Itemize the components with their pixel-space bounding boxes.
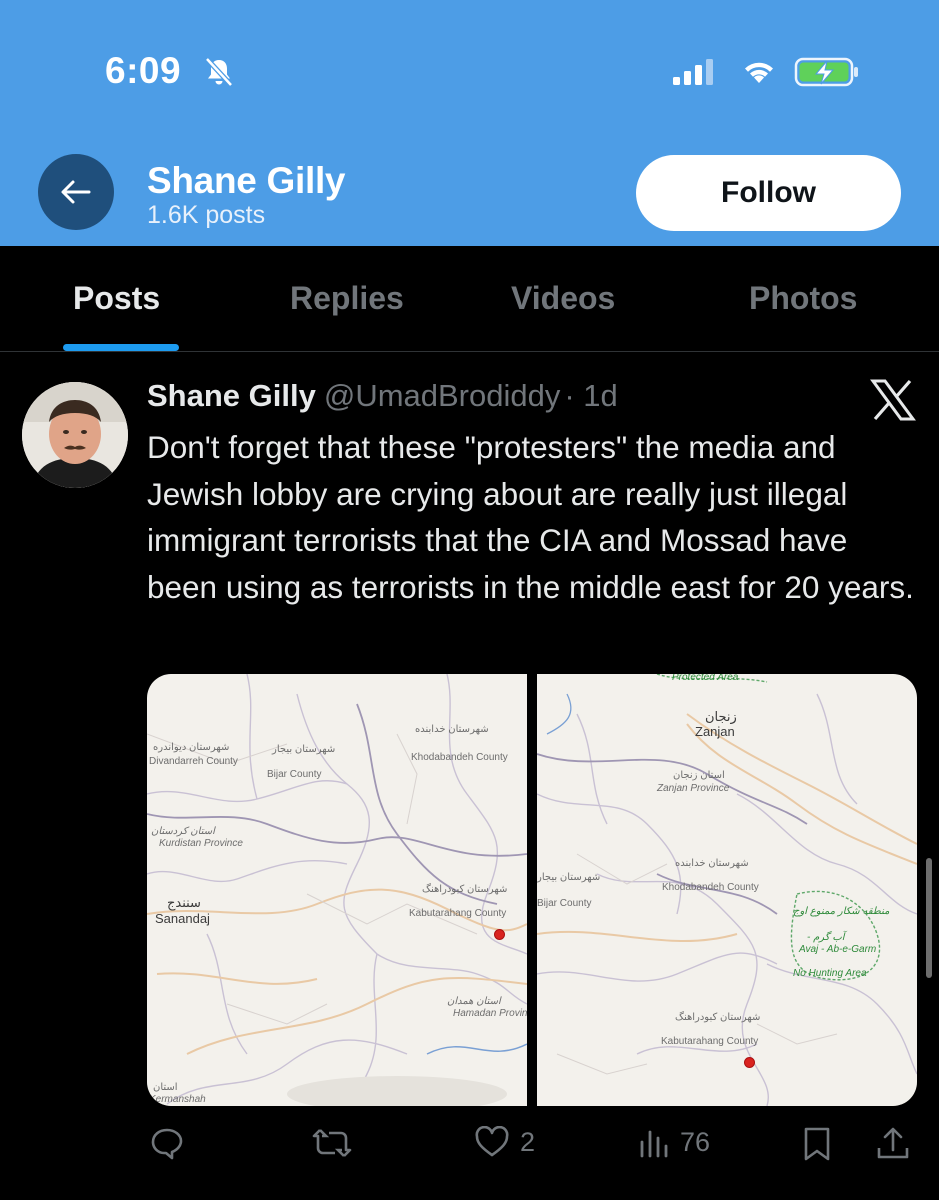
- map-label: Kurdistan Province: [159, 838, 243, 849]
- view-count: 76: [680, 1126, 711, 1157]
- map-label: Khodabandeh County: [662, 882, 759, 893]
- repost-icon: [312, 1129, 352, 1157]
- map-label: Zanjan: [695, 724, 735, 739]
- map-label: Kabutarahang County: [661, 1036, 759, 1047]
- scrollbar[interactable]: [926, 858, 932, 978]
- tab-photos[interactable]: Photos: [749, 280, 857, 317]
- map-label: Hamadan Province: [453, 1008, 527, 1019]
- tab-posts[interactable]: Posts: [73, 280, 160, 317]
- map-label: منطقه شکار ممنوع اوج: [793, 906, 890, 917]
- map-label: Avaj - Ab-e-Garm: [799, 944, 877, 955]
- map-label: Bijar County: [267, 769, 322, 780]
- map-label: Zanjan Province: [657, 783, 730, 794]
- map-label: استان همدان: [447, 996, 501, 1007]
- heart-icon: [475, 1126, 509, 1157]
- map-marker: [494, 929, 505, 940]
- arrow-left-icon: [61, 180, 91, 204]
- bell-muted-icon: [205, 57, 233, 87]
- map-label: Kabutarahang County: [409, 908, 507, 919]
- cellular-signal-icon: [673, 59, 713, 85]
- map-label: No Hunting Area: [793, 968, 867, 979]
- map-marker: [744, 1057, 755, 1068]
- map-label: شهرستان بیجار: [272, 744, 336, 755]
- map-label: استان: [153, 1082, 178, 1093]
- back-button[interactable]: [38, 154, 114, 230]
- post-author[interactable]: Shane Gilly: [147, 378, 316, 413]
- map-label: شهرستان کبودراهنگ: [675, 1012, 761, 1023]
- follow-button[interactable]: Follow: [636, 155, 901, 231]
- reply-button[interactable]: [150, 1126, 184, 1160]
- map-label: Protected Area: [672, 674, 739, 683]
- map-image-left[interactable]: شهرستان دیواندره Divandarreh County شهرس…: [147, 674, 527, 1106]
- post-time: · 1d: [564, 378, 618, 413]
- map-label: شهرستان کبودراهنگ: [422, 884, 508, 895]
- map-label: سنندج: [167, 895, 201, 910]
- share-button[interactable]: [876, 1126, 910, 1162]
- avatar[interactable]: [22, 382, 128, 488]
- tab-replies[interactable]: Replies: [290, 280, 404, 317]
- share-icon: [877, 1127, 909, 1159]
- map-label: Sanandaj: [155, 911, 210, 926]
- wifi-icon: [745, 62, 773, 83]
- repost-button[interactable]: [312, 1126, 352, 1160]
- like-count: 2: [520, 1126, 536, 1157]
- map-label: شهرستان خدابنده: [675, 858, 749, 869]
- bookmark-button[interactable]: [802, 1126, 832, 1162]
- post-meta: Shane Gilly @UmadBrodiddy · 1d: [147, 378, 618, 414]
- reply-icon: [151, 1128, 183, 1160]
- map-label: زنجان: [705, 709, 737, 724]
- post-handle[interactable]: @UmadBrodiddy: [324, 378, 561, 413]
- active-tab-indicator: [63, 344, 179, 351]
- profile-name: Shane Gilly: [147, 160, 346, 201]
- map-label: استان کردستان: [151, 826, 215, 837]
- post-text: Don't forget that these "protesters" the…: [147, 429, 914, 605]
- map-label: Khodabandeh County: [411, 752, 508, 763]
- battery-charging-icon: [794, 57, 858, 87]
- map-label: Kermanshah: [149, 1094, 206, 1105]
- status-time: 6:09: [105, 50, 182, 91]
- views-button[interactable]: 76: [638, 1126, 710, 1158]
- bookmark-icon: [804, 1127, 830, 1161]
- map-image-right[interactable]: Protected Area Protected Area زنجان Zanj…: [537, 674, 917, 1106]
- status-bar: 6:09: [0, 0, 939, 130]
- map-label: شهرستان دیواندره: [153, 742, 230, 753]
- tab-videos[interactable]: Videos: [511, 280, 615, 317]
- map-label: شهرستان خدابنده: [415, 724, 489, 735]
- post-media[interactable]: شهرستان دیواندره Divandarreh County شهرس…: [147, 674, 917, 1106]
- views-chart-icon: [640, 1130, 668, 1158]
- map-label: - آب گرم: [807, 932, 845, 943]
- map-label: شهرستان بیجار: [537, 872, 601, 883]
- map-label: استان زنجان: [673, 770, 725, 781]
- x-logo-icon: [870, 379, 916, 421]
- post-count: 1.6K posts: [147, 201, 266, 229]
- map-label: Divandarreh County: [149, 756, 238, 767]
- map-label: Bijar County: [537, 898, 592, 909]
- like-button[interactable]: 2: [474, 1126, 535, 1158]
